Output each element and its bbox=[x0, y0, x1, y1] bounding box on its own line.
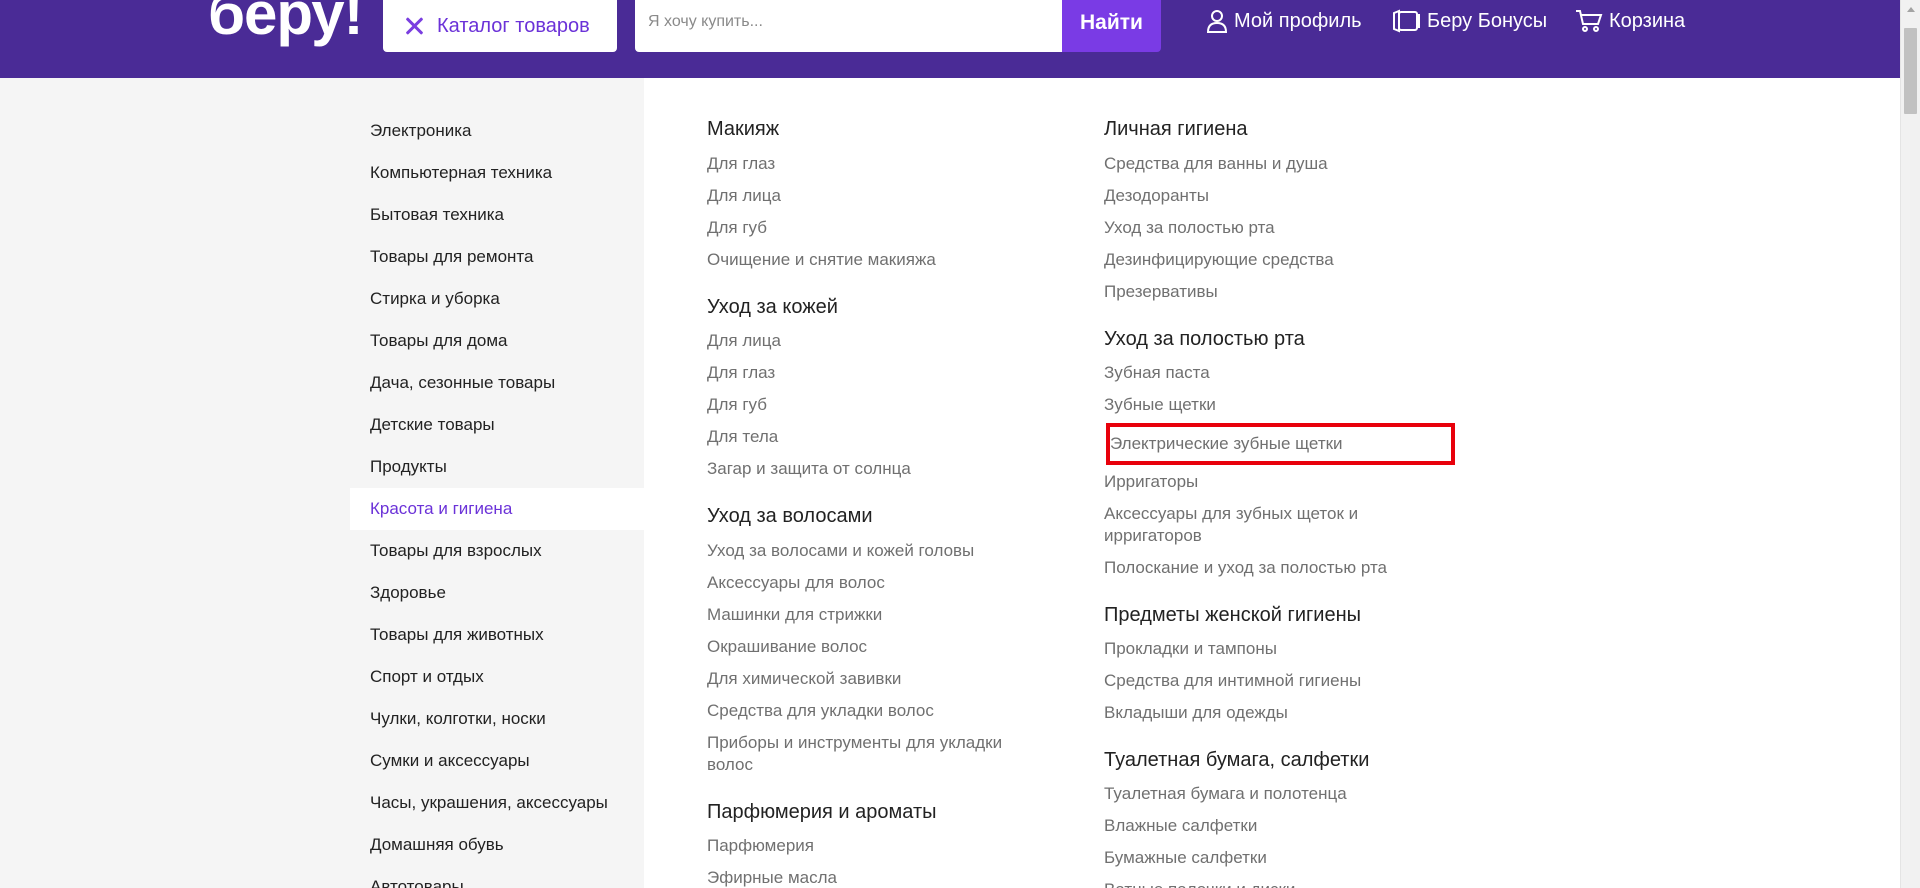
bonus-link[interactable]: Беру Бонусы bbox=[1391, 6, 1547, 36]
subcategory-link[interactable]: Прокладки и тампоны bbox=[1104, 638, 1277, 660]
search-button[interactable]: Найти bbox=[1062, 0, 1161, 52]
subcategory-link[interactable]: Парфюмерия bbox=[707, 835, 814, 857]
sidebar-item[interactable]: Товары для животных bbox=[350, 614, 644, 656]
subcategory-link[interactable]: Для лица bbox=[707, 185, 781, 207]
subcategory-link[interactable]: Дезодоранты bbox=[1104, 185, 1209, 207]
cart-icon bbox=[1576, 10, 1603, 32]
subcategory-link[interactable]: Туалетная бумага и полотенца bbox=[1104, 783, 1347, 805]
scrollbar-thumb[interactable] bbox=[1904, 28, 1917, 114]
subcategory-link[interactable]: Окрашивание волос bbox=[707, 636, 867, 658]
subcategory-link[interactable]: Машинки для стрижки bbox=[707, 604, 882, 626]
subcategory-link[interactable]: Для тела bbox=[707, 426, 778, 448]
subcategory-link[interactable]: Ватные палочки и диски bbox=[1104, 879, 1295, 888]
user-icon bbox=[1206, 10, 1228, 33]
sidebar-item[interactable]: Часы, украшения, аксессуары bbox=[350, 782, 644, 824]
subcategory-link[interactable]: Очищение и снятие макияжа bbox=[707, 249, 936, 271]
close-icon bbox=[403, 15, 425, 37]
search-input[interactable] bbox=[635, 0, 1062, 52]
subcategory-link[interactable]: Средства для интимной гигиены bbox=[1104, 670, 1361, 692]
sidebar-item[interactable]: Товары для взрослых bbox=[350, 530, 644, 572]
subcategory-link[interactable]: Приборы и инструменты для укладки волос bbox=[707, 732, 1027, 776]
cart-label: Корзина bbox=[1609, 9, 1686, 32]
cart-link[interactable]: Корзина bbox=[1575, 6, 1685, 36]
sidebar-item[interactable]: Электроника bbox=[350, 110, 644, 152]
subcategory-link[interactable]: Ирригаторы bbox=[1104, 471, 1198, 493]
subcategory-link[interactable]: Влажные салфетки bbox=[1104, 815, 1257, 837]
subcategory-link[interactable]: Аксессуары для зубных щеток и ирригаторо… bbox=[1104, 503, 1404, 547]
sidebar-item[interactable]: Стирка и уборка bbox=[350, 278, 644, 320]
subcategory-link[interactable]: Зубная паста bbox=[1104, 362, 1210, 384]
sidebar-item[interactable]: Бытовая техника bbox=[350, 194, 644, 236]
subcategory-link[interactable]: Вкладыши для одежды bbox=[1104, 702, 1288, 724]
subcategory-link[interactable]: Для глаз bbox=[707, 153, 775, 175]
site-logo[interactable]: беру! bbox=[208, 0, 364, 44]
sidebar-item[interactable]: Домашняя обувь bbox=[350, 824, 644, 866]
subcategory-link[interactable]: Для губ bbox=[707, 394, 767, 416]
subcategory-link[interactable]: Загар и защита от солнца bbox=[707, 458, 911, 480]
profile-link[interactable]: Мой профиль bbox=[1206, 6, 1362, 36]
page-scrollbar[interactable] bbox=[1900, 0, 1920, 888]
group-title[interactable]: Личная гигиена bbox=[1104, 118, 1248, 141]
search-box bbox=[635, 0, 1062, 52]
subcategory-link[interactable]: Уход за волосами и кожей головы bbox=[707, 540, 974, 562]
group-title[interactable]: Уход за полостью рта bbox=[1104, 328, 1305, 351]
group-title[interactable]: Предметы женской гигиены bbox=[1104, 604, 1361, 627]
subcategory-link[interactable]: Для лица bbox=[707, 330, 781, 352]
subcategory-link[interactable]: Презервативы bbox=[1104, 281, 1218, 303]
category-sidebar: Электроника Компьютерная техника Бытовая… bbox=[0, 78, 644, 888]
sidebar-item[interactable]: Дача, сезонные товары bbox=[350, 362, 644, 404]
sidebar-item[interactable]: Чулки, колготки, носки bbox=[350, 698, 644, 740]
sidebar-item[interactable]: Продукты bbox=[350, 446, 644, 488]
subcategory-link-highlighted[interactable]: Электрические зубные щетки bbox=[1110, 433, 1343, 455]
catalog-button[interactable]: Каталог товаров bbox=[383, 0, 617, 52]
wallet-icon bbox=[1393, 9, 1420, 33]
sidebar-item[interactable]: Детские товары bbox=[350, 404, 644, 446]
group-title[interactable]: Парфюмерия и ароматы bbox=[707, 801, 936, 824]
subcategory-link[interactable]: Уход за полостью рта bbox=[1104, 217, 1275, 239]
sidebar-item[interactable]: Товары для ремонта bbox=[350, 236, 644, 278]
group-title[interactable]: Уход за волосами bbox=[707, 505, 873, 528]
subcategory-link[interactable]: Для глаз bbox=[707, 362, 775, 384]
page: беру! Каталог товаров Найти Мой профиль … bbox=[0, 0, 1920, 888]
subcategory-link[interactable]: Для губ bbox=[707, 217, 767, 239]
subcategory-link[interactable]: Средства для ванны и душа bbox=[1104, 153, 1328, 175]
catalog-button-label: Каталог товаров bbox=[437, 14, 590, 37]
profile-label: Мой профиль bbox=[1234, 9, 1362, 32]
group-title[interactable]: Макияж bbox=[707, 118, 779, 141]
scroll-up-arrow-icon[interactable] bbox=[1907, 7, 1915, 12]
subcategory-link[interactable]: Полоскание и уход за полостью рта bbox=[1104, 557, 1387, 579]
sidebar-item[interactable]: Товары для дома bbox=[350, 320, 644, 362]
sidebar-item[interactable]: Сумки и аксессуары bbox=[350, 740, 644, 782]
top-header: беру! Каталог товаров Найти Мой профиль … bbox=[0, 0, 1900, 78]
subcategory-link[interactable]: Эфирные масла bbox=[707, 867, 837, 888]
subcategory-link[interactable]: Аксессуары для волос bbox=[707, 572, 885, 594]
sidebar-item[interactable]: Автотовары bbox=[350, 866, 644, 888]
subcategory-link[interactable]: Бумажные салфетки bbox=[1104, 847, 1267, 869]
group-title[interactable]: Туалетная бумага, салфетки bbox=[1104, 749, 1369, 772]
group-title[interactable]: Уход за кожей bbox=[707, 296, 838, 319]
sidebar-item[interactable]: Компьютерная техника bbox=[350, 152, 644, 194]
subcategory-link[interactable]: Зубные щетки bbox=[1104, 394, 1216, 416]
subcategory-link[interactable]: Дезинфицирующие средства bbox=[1104, 249, 1334, 271]
sidebar-item[interactable]: Спорт и отдых bbox=[350, 656, 644, 698]
bonus-label: Беру Бонусы bbox=[1427, 9, 1548, 32]
sidebar-item[interactable]: Здоровье bbox=[350, 572, 644, 614]
sidebar-item-active[interactable]: Красота и гигиена bbox=[350, 488, 644, 530]
subcategory-link[interactable]: Средства для укладки волос bbox=[707, 700, 934, 722]
subcategory-link[interactable]: Для химической завивки bbox=[707, 668, 901, 690]
